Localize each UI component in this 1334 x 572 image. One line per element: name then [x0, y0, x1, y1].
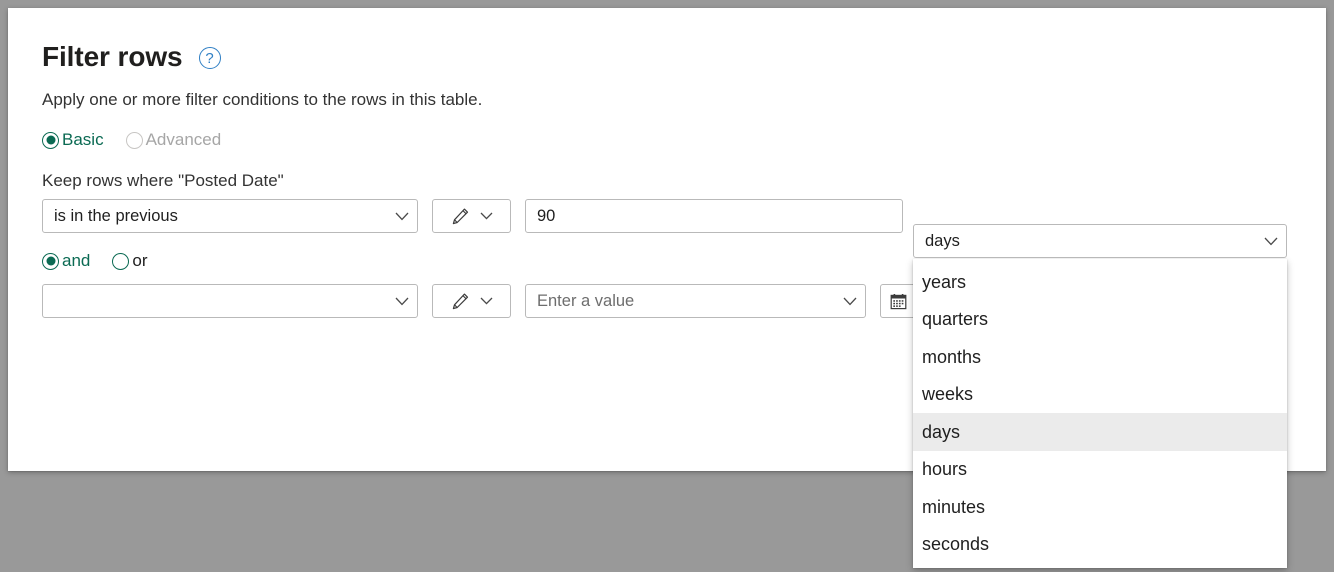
- radio-or[interactable]: or: [112, 251, 147, 271]
- dialog-subtitle: Apply one or more filter conditions to t…: [42, 89, 1306, 111]
- calendar-icon: [889, 292, 908, 311]
- dropdown-option-minutes[interactable]: minutes: [913, 488, 1287, 526]
- dropdown-option-years[interactable]: years: [913, 263, 1287, 301]
- radio-and-mark: [42, 253, 59, 270]
- operator-value-1: is in the previous: [43, 206, 387, 226]
- help-circle-icon[interactable]: ?: [199, 47, 221, 69]
- radio-basic[interactable]: Basic: [42, 130, 104, 150]
- chevron-down-icon: [480, 292, 493, 310]
- radio-advanced-label: Advanced: [146, 130, 222, 150]
- radio-and[interactable]: and: [42, 251, 90, 271]
- pencil-icon: [451, 292, 470, 311]
- value-placeholder-2: Enter a value: [526, 291, 835, 311]
- operator-combobox-2[interactable]: [42, 284, 418, 318]
- keep-rows-label: Keep rows where "Posted Date": [42, 170, 1306, 192]
- radio-or-mark: [112, 253, 129, 270]
- value-type-button-2[interactable]: [432, 284, 511, 318]
- radio-basic-label: Basic: [62, 130, 104, 150]
- dropdown-option-hours[interactable]: hours: [913, 451, 1287, 489]
- screen: Filter rows ? Apply one or more filter c…: [0, 0, 1334, 572]
- value-type-button-1[interactable]: [432, 199, 511, 233]
- page-title: Filter rows: [42, 39, 183, 75]
- radio-and-label: and: [62, 251, 90, 271]
- value-combobox-2[interactable]: Enter a value: [525, 284, 866, 318]
- chevron-down-icon: [480, 207, 493, 225]
- radio-advanced-mark: [126, 132, 143, 149]
- dropdown-option-days[interactable]: days: [913, 413, 1287, 451]
- dialog-header: Filter rows ?: [42, 36, 1306, 78]
- number-value-text-1: 90: [526, 206, 902, 226]
- chevron-down-icon: [387, 297, 417, 306]
- unit-combobox[interactable]: days: [913, 224, 1287, 258]
- unit-value: days: [914, 231, 1256, 251]
- chevron-down-icon: [835, 297, 865, 306]
- chevron-down-icon: [387, 212, 417, 221]
- radio-basic-mark: [42, 132, 59, 149]
- calendar-picker-button[interactable]: [880, 284, 916, 318]
- dropdown-option-quarters[interactable]: quarters: [913, 301, 1287, 339]
- mode-radio-group: Basic Advanced: [42, 130, 1306, 150]
- unit-dropdown-list: years quarters months weeks days hours m…: [913, 259, 1287, 568]
- dropdown-option-weeks[interactable]: weeks: [913, 376, 1287, 414]
- chevron-down-icon: [1256, 237, 1286, 246]
- dropdown-option-seconds[interactable]: seconds: [913, 526, 1287, 564]
- operator-combobox-1[interactable]: is in the previous: [42, 199, 418, 233]
- radio-advanced[interactable]: Advanced: [126, 130, 222, 150]
- number-value-input-1[interactable]: 90: [525, 199, 903, 233]
- radio-or-label: or: [132, 251, 147, 271]
- dropdown-option-months[interactable]: months: [913, 338, 1287, 376]
- pencil-icon: [451, 207, 470, 226]
